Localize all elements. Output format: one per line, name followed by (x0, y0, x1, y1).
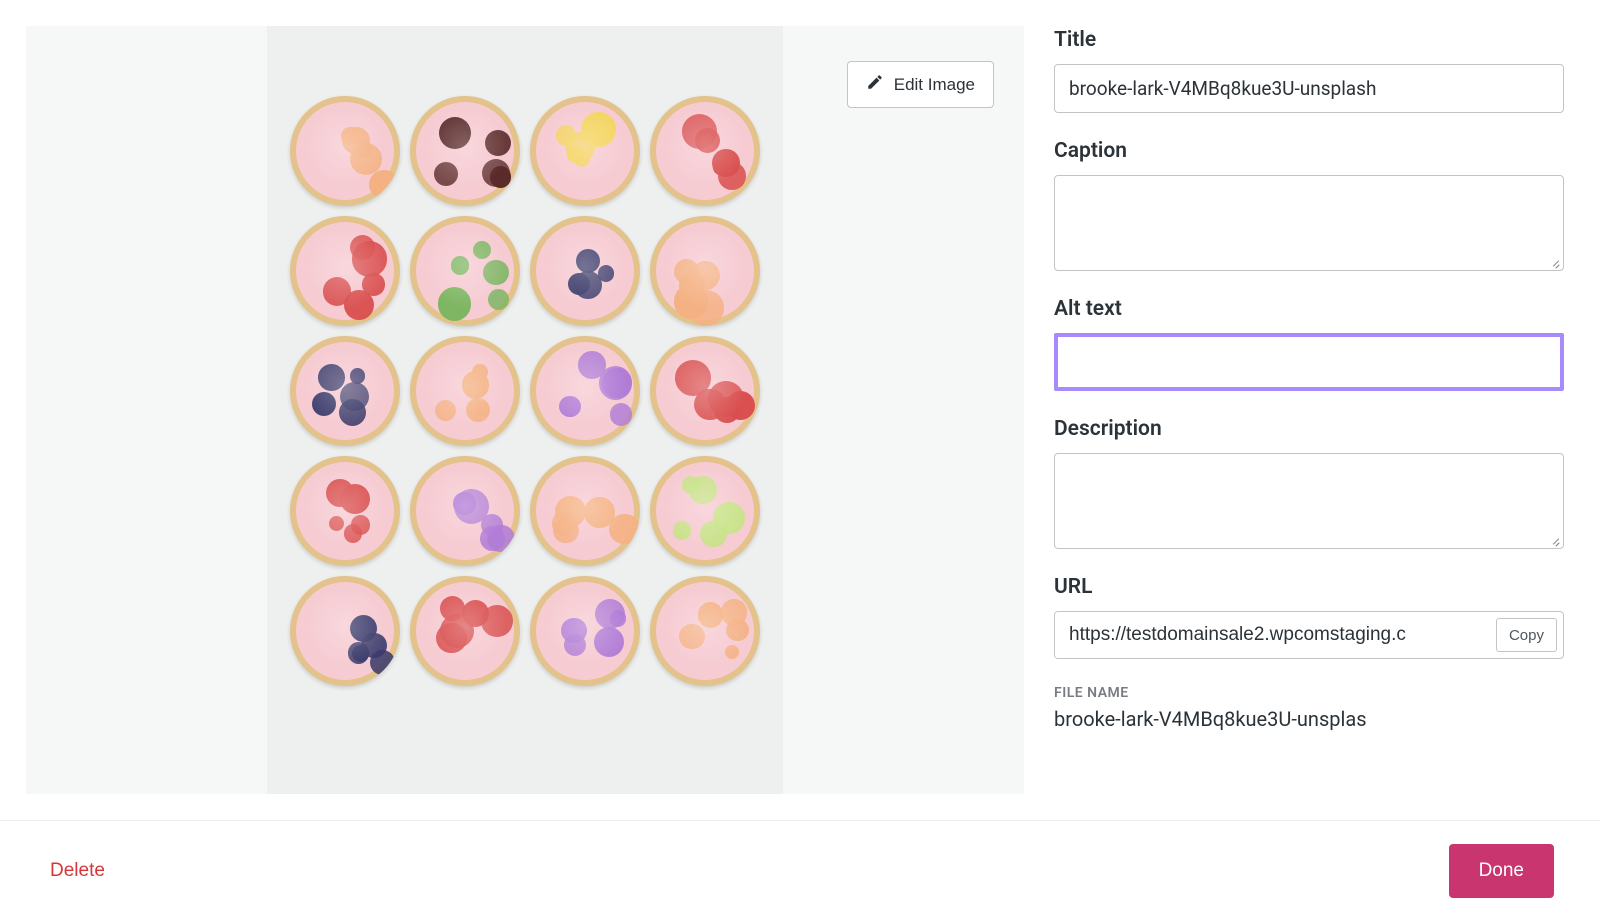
preview-pane: Edit Image (0, 0, 1050, 820)
donut-icon (650, 336, 760, 446)
donut-icon (650, 216, 760, 326)
donut-icon (410, 576, 520, 686)
donut-icon (290, 456, 400, 566)
field-description: Description (1054, 417, 1564, 549)
donut-icon (530, 576, 640, 686)
donut-icon (650, 456, 760, 566)
donut-icon (290, 216, 400, 326)
edit-image-label: Edit Image (894, 75, 975, 95)
donut-icon (530, 216, 640, 326)
dialog-footer: Delete Done (0, 820, 1600, 920)
pencil-icon (866, 73, 884, 96)
media-detail-dialog: Edit Image Title Caption Alt text (0, 0, 1600, 920)
donut-icon (410, 216, 520, 326)
url-label: URL (1054, 575, 1564, 599)
resize-handle-icon[interactable] (1549, 256, 1561, 268)
title-label: Title (1054, 28, 1564, 52)
alt-text-highlight (1054, 333, 1564, 391)
media-image-art (290, 96, 760, 686)
donut-icon (530, 96, 640, 206)
donut-icon (650, 96, 760, 206)
field-alt-text: Alt text (1054, 297, 1564, 391)
caption-input[interactable] (1054, 175, 1564, 271)
description-label: Description (1054, 417, 1564, 441)
caption-label: Caption (1054, 139, 1564, 163)
media-image (267, 26, 783, 794)
donut-icon (410, 96, 520, 206)
donut-icon (530, 336, 640, 446)
details-sidebar: Title Caption Alt text Description (1050, 0, 1600, 820)
donut-icon (290, 336, 400, 446)
field-caption: Caption (1054, 139, 1564, 271)
delete-button[interactable]: Delete (46, 852, 109, 890)
done-button[interactable]: Done (1449, 844, 1554, 898)
preview-card: Edit Image (26, 26, 1024, 794)
field-title: Title (1054, 28, 1564, 113)
main-content: Edit Image Title Caption Alt text (0, 0, 1600, 820)
url-input[interactable] (1055, 612, 1490, 658)
donut-icon (290, 576, 400, 686)
donut-icon (530, 456, 640, 566)
field-url: URL Copy (1054, 575, 1564, 659)
donut-icon (410, 336, 520, 446)
resize-handle-icon[interactable] (1549, 534, 1561, 546)
donut-icon (410, 456, 520, 566)
file-name-label: FILE NAME (1054, 685, 1564, 701)
url-row: Copy (1054, 611, 1564, 659)
edit-image-button[interactable]: Edit Image (847, 61, 994, 108)
field-file-name: FILE NAME brooke-lark-V4MBq8kue3U-unspla… (1054, 685, 1564, 731)
donut-icon (650, 576, 760, 686)
donut-icon (290, 96, 400, 206)
alt-text-input[interactable] (1058, 337, 1560, 387)
file-name-value: brooke-lark-V4MBq8kue3U-unsplas (1054, 707, 1564, 731)
description-input[interactable] (1054, 453, 1564, 549)
alt-text-label: Alt text (1054, 297, 1564, 321)
copy-url-button[interactable]: Copy (1496, 618, 1557, 652)
title-input[interactable] (1054, 64, 1564, 113)
